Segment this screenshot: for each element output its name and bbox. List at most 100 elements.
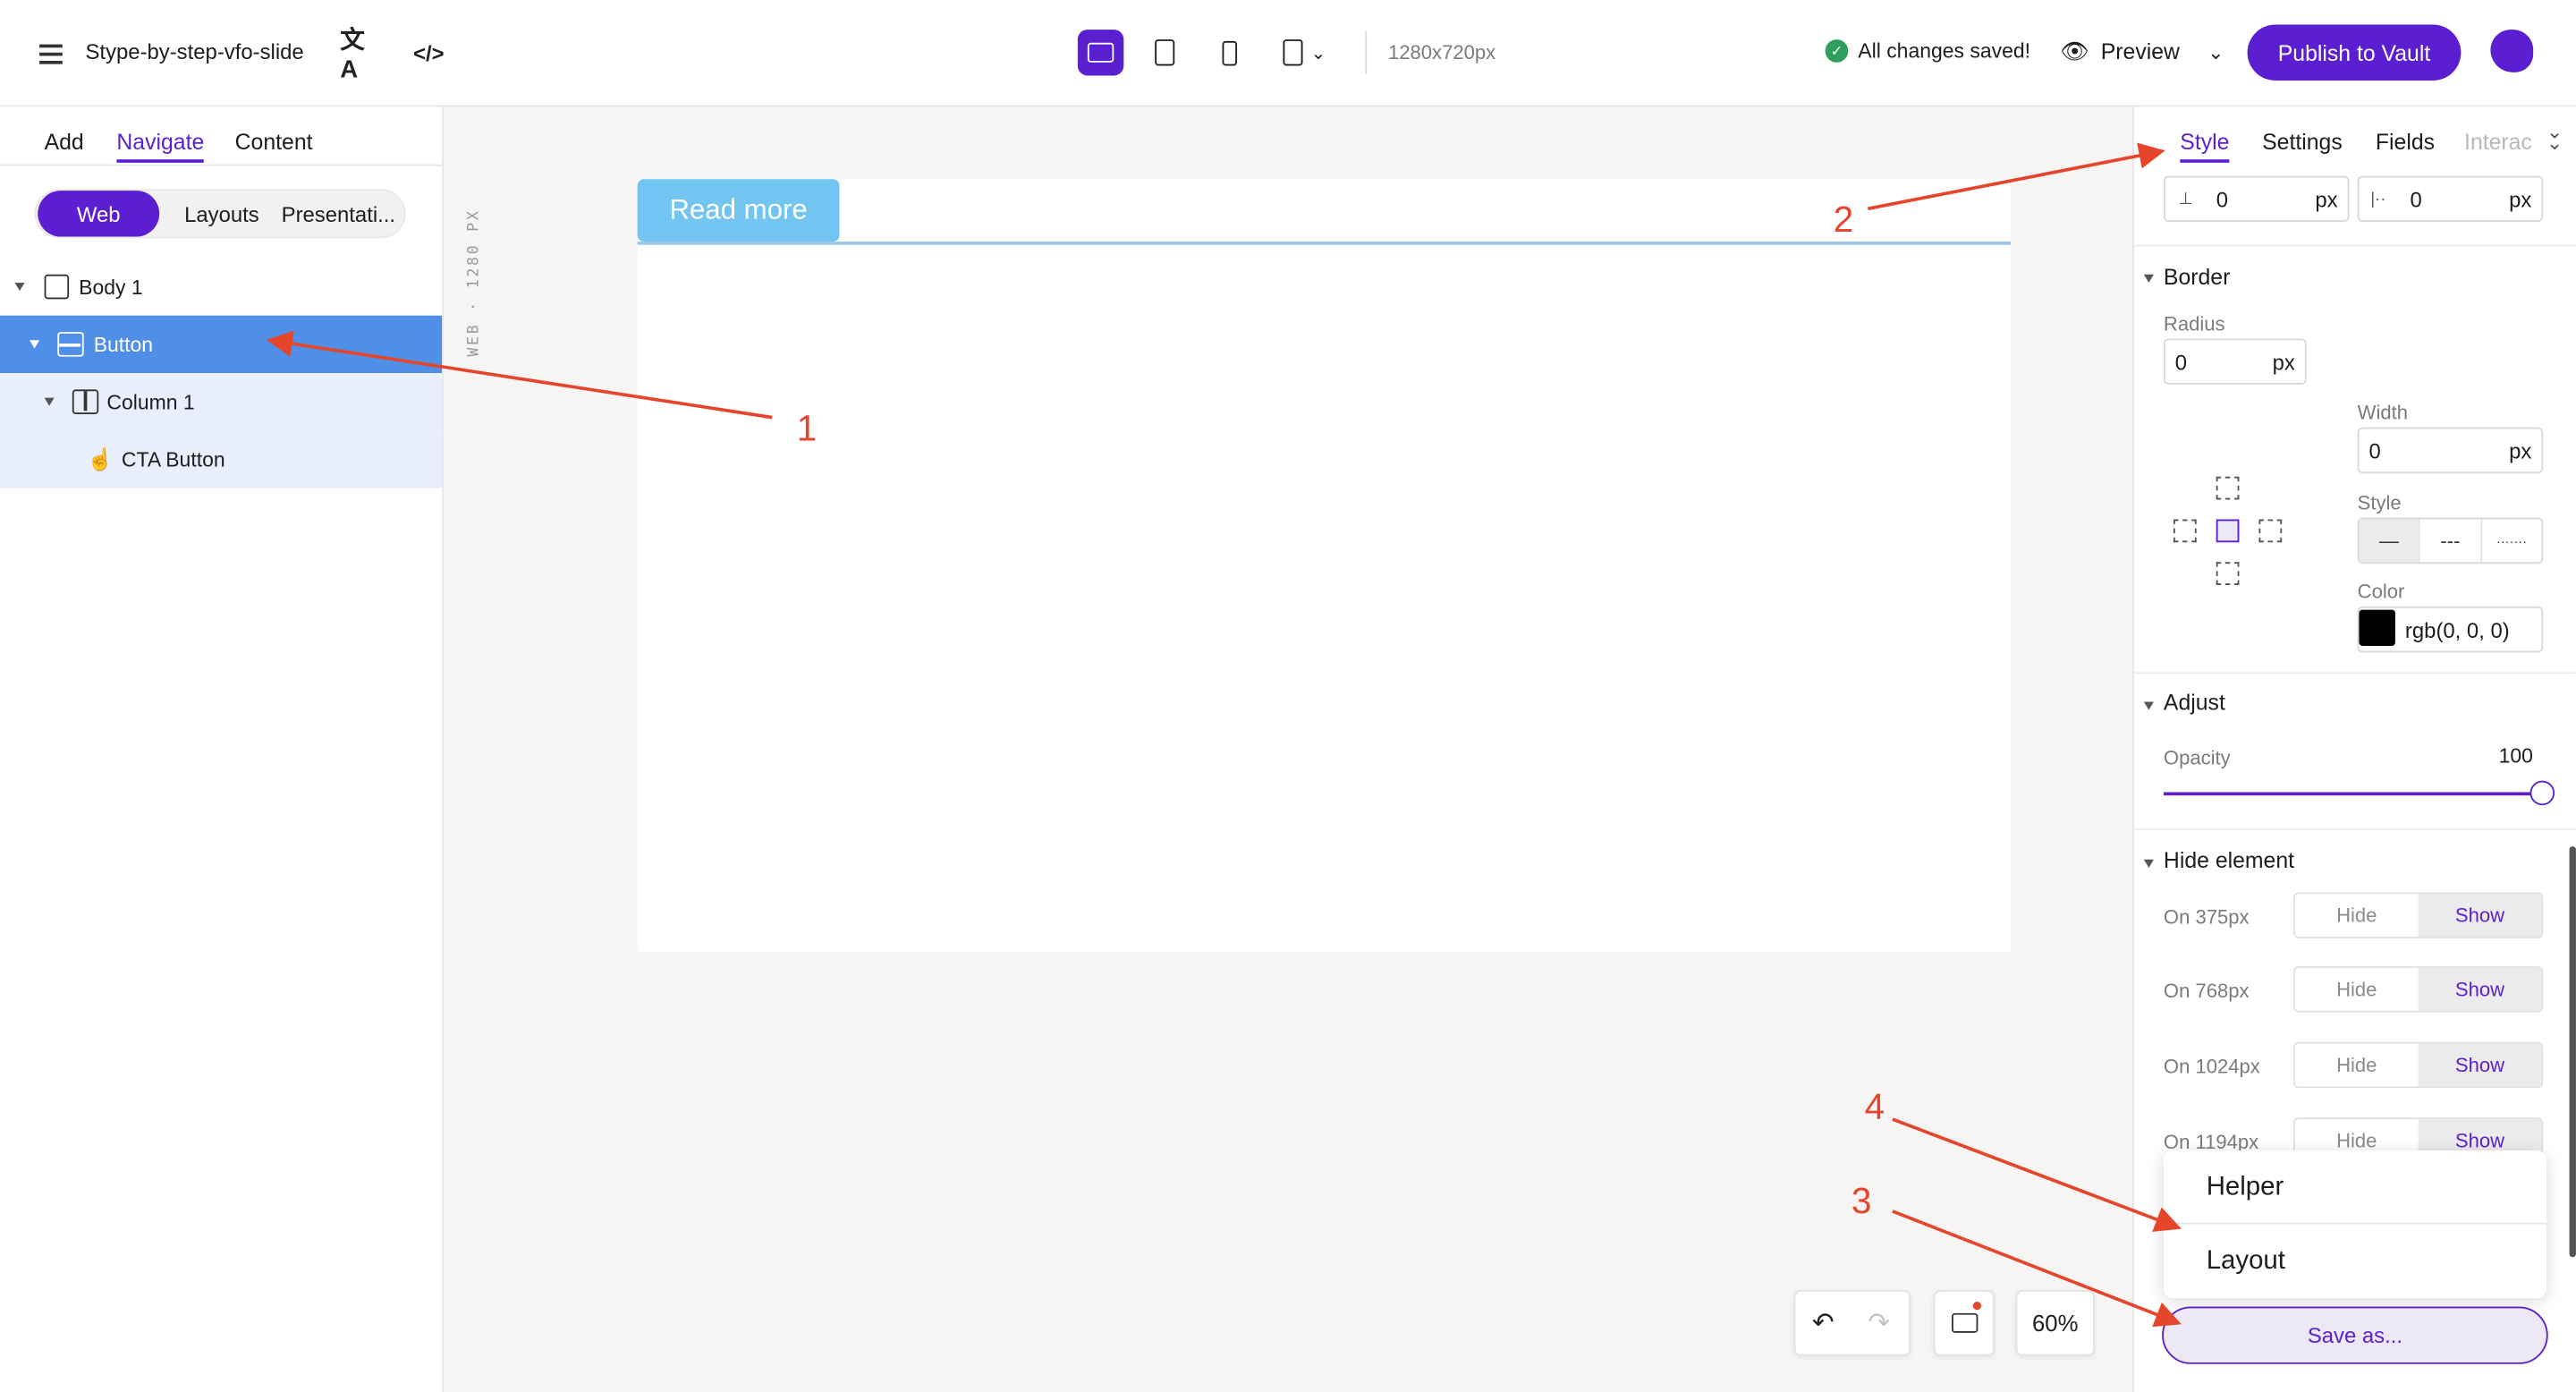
desktop-view-button[interactable] <box>1077 30 1124 76</box>
save-status-text: All changes saved! <box>1858 39 2031 63</box>
check-circle-icon: ✓ <box>1825 39 1849 63</box>
tab-navigate[interactable]: Navigate <box>116 130 205 163</box>
tab-content[interactable]: Content <box>235 130 313 155</box>
tablet-icon <box>1155 39 1175 66</box>
publish-button[interactable]: Publish to Vault <box>2247 24 2462 81</box>
caret-down-icon[interactable] <box>2143 701 2154 710</box>
right-panel-scrollbar[interactable] <box>2569 846 2576 1258</box>
mobile-icon <box>1221 40 1237 65</box>
border-right-icon[interactable] <box>2258 519 2283 543</box>
opacity-value: 100 <box>2498 744 2533 768</box>
tab-settings[interactable]: Settings <box>2262 130 2343 155</box>
briefcase-button[interactable] <box>1933 1290 1995 1356</box>
opacity-slider-handle[interactable] <box>2529 780 2555 806</box>
field-value: 0 <box>2368 437 2381 463</box>
hide-option[interactable]: Hide <box>2295 894 2419 937</box>
hide-element-section-title[interactable]: Hide element <box>2164 848 2294 873</box>
tree-item-cta-button[interactable]: ☝ CTA Button <box>0 430 443 488</box>
border-style-dotted[interactable]: ······· <box>2482 520 2542 563</box>
canvas-area[interactable]: WEB · 1280 PX Read more ↶ ↷ 60% <box>443 106 2133 1392</box>
save-as-button[interactable]: Save as... <box>2162 1306 2548 1364</box>
zoom-level[interactable]: 60% <box>2015 1290 2095 1356</box>
preview-button[interactable]: 👁 Preview ⌄ <box>2060 38 2224 65</box>
color-swatch[interactable] <box>2359 609 2395 646</box>
redo-icon[interactable]: ↷ <box>1868 1306 1890 1339</box>
hide-row-1024: On 1024px Hide Show <box>2134 1041 2576 1091</box>
rows-icon <box>57 332 84 357</box>
history-controls: ↶ ↷ <box>1793 1290 1911 1356</box>
tab-add[interactable]: Add <box>45 130 84 155</box>
segment-web[interactable]: Web <box>38 191 160 237</box>
adjust-section-title[interactable]: Adjust <box>2164 691 2225 716</box>
hide-option[interactable]: Hide <box>2295 1044 2419 1087</box>
tablet-view-button[interactable] <box>1143 30 1186 75</box>
border-style-solid[interactable]: — <box>2359 519 2421 563</box>
border-left-icon[interactable] <box>2173 519 2197 543</box>
segment-layouts[interactable]: Layouts <box>167 191 275 236</box>
menu-item-helper[interactable]: Helper <box>2207 1174 2284 1203</box>
caret-down-icon[interactable] <box>2143 274 2154 283</box>
translate-icon[interactable]: 文A <box>340 26 379 83</box>
border-all-icon[interactable] <box>2216 519 2240 543</box>
save-as-menu: Helper Layout <box>2163 1150 2546 1299</box>
mobile-view-button[interactable] <box>1208 30 1250 75</box>
border-style-dashed[interactable]: --- <box>2420 519 2482 563</box>
hamburger-menu-icon[interactable] <box>33 36 69 69</box>
caret-down-icon[interactable] <box>44 397 55 406</box>
style-label: Style <box>2357 491 2402 515</box>
caret-down-icon[interactable] <box>2143 859 2154 868</box>
chevron-down-icon: ⌄ <box>1310 43 1326 64</box>
opacity-slider-track[interactable] <box>2163 792 2542 796</box>
show-option[interactable]: Show <box>2418 894 2542 938</box>
spacing-left-field[interactable]: |·· 0 px <box>2357 175 2544 223</box>
annotation-number: 4 <box>1864 1086 1885 1128</box>
breakpoint-label: On 1024px <box>2163 1055 2260 1079</box>
avatar[interactable] <box>2490 30 2534 72</box>
spacing-left-icon: |·· <box>2370 190 2386 208</box>
field-unit: px <box>2509 186 2532 212</box>
field-value: 0 <box>2174 349 2188 374</box>
notification-dot <box>1972 1301 1982 1311</box>
show-option[interactable]: Show <box>2418 1043 2542 1087</box>
divider <box>2133 672 2576 675</box>
tab-fields[interactable]: Fields <box>2376 130 2435 155</box>
menu-item-layout[interactable]: Layout <box>2207 1247 2285 1277</box>
code-icon[interactable]: </> <box>409 33 448 72</box>
undo-icon[interactable]: ↶ <box>1812 1306 1835 1339</box>
briefcase-icon <box>1951 1312 1978 1333</box>
tree-item-body[interactable]: Body 1 <box>0 258 442 315</box>
breakpoint-label: On 768px <box>2163 979 2250 1003</box>
field-unit: px <box>2509 437 2532 463</box>
page-frame[interactable]: Read more <box>637 179 2012 952</box>
tree-item-button[interactable]: Button <box>0 315 443 374</box>
columns-icon <box>72 389 99 414</box>
divider <box>2163 1222 2546 1225</box>
hide-option[interactable]: Hide <box>2295 968 2419 1011</box>
double-chevron-down-icon[interactable]: ⌄ ⌄ <box>2546 122 2563 153</box>
device-dropdown-button[interactable]: ⌄ <box>1268 30 1341 75</box>
radius-field[interactable]: 0 px <box>2163 338 2307 385</box>
caret-down-icon[interactable] <box>14 282 25 292</box>
tree-item-label: Button <box>93 333 154 356</box>
tab-style[interactable]: Style <box>2180 130 2230 163</box>
spacing-bottom-field[interactable]: ⊥ 0 px <box>2163 175 2350 223</box>
left-tabs: Add Navigate Content <box>0 106 443 166</box>
selection-outline <box>637 242 2012 244</box>
border-bottom-icon[interactable] <box>2216 562 2240 586</box>
breakpoint-label: On 375px <box>2163 905 2250 929</box>
border-top-icon[interactable] <box>2216 476 2240 500</box>
box-icon <box>44 274 70 300</box>
tab-interactions[interactable]: Interac <box>2464 130 2532 155</box>
view-segmented-control: Web Layouts Presentati... <box>34 189 406 239</box>
caret-down-icon[interactable] <box>30 340 40 349</box>
canvas-ruler-label: WEB · 1280 PX <box>466 208 483 357</box>
show-option[interactable]: Show <box>2418 968 2542 1011</box>
border-section-title[interactable]: Border <box>2164 265 2230 290</box>
field-value: rgb(0, 0, 0) <box>2404 616 2510 642</box>
tree-item-column[interactable]: Column 1 <box>0 373 443 431</box>
read-more-button[interactable]: Read more <box>637 179 840 242</box>
segment-presentations[interactable]: Presentati... <box>276 191 402 236</box>
border-width-field[interactable]: 0 px <box>2357 427 2544 474</box>
radius-label: Radius <box>2163 312 2225 335</box>
preview-label: Preview <box>2100 39 2180 64</box>
